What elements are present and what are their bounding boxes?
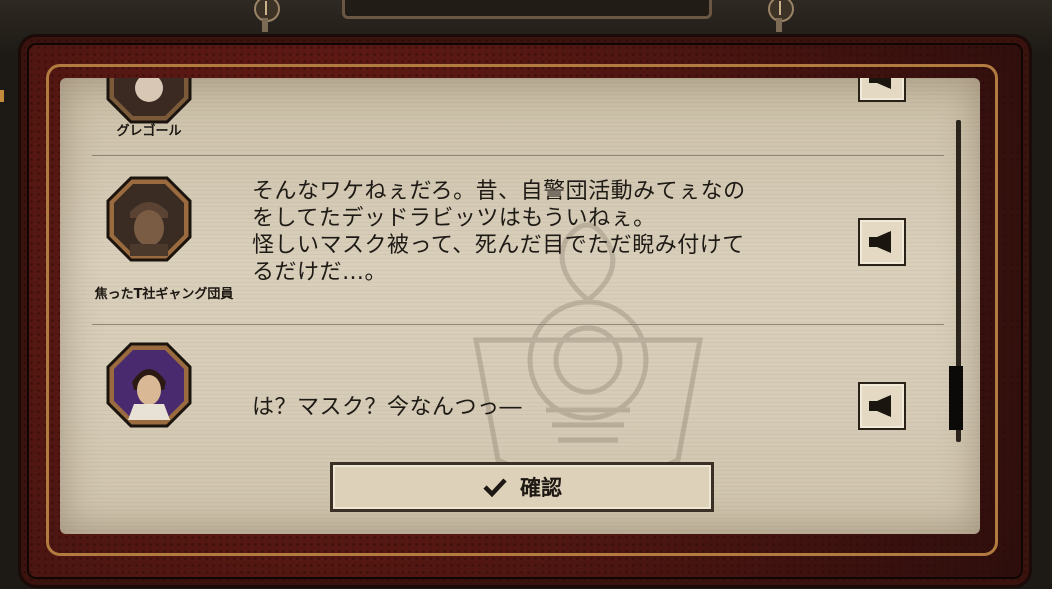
row-divider bbox=[92, 155, 944, 156]
avatar-character bbox=[106, 342, 192, 428]
confirm-button[interactable]: 確認 bbox=[330, 462, 714, 512]
speaker-icon bbox=[869, 78, 891, 89]
voice-play-button[interactable] bbox=[858, 382, 906, 430]
avatar-gregor bbox=[106, 78, 192, 124]
speaker-name: 焦ったT社ギャング団員 bbox=[94, 287, 234, 302]
voice-play-button[interactable] bbox=[858, 78, 906, 102]
row-divider bbox=[92, 324, 944, 325]
dialog-line-text: は？マスク？今なんつっ― bbox=[252, 395, 523, 420]
top-plate bbox=[342, 0, 712, 19]
log-panel[interactable]: グレゴール 焦ったT社ギャング団員 そんなワケねぇだろ。昔、自警団活動みてぇなの… bbox=[60, 78, 980, 534]
dialog-line-text: そんなワケねぇだろ。昔、自警団活動みてぇなの をしてたデッドラビッツはもういねぇ… bbox=[252, 179, 746, 285]
checkmark-icon bbox=[483, 478, 507, 497]
confirm-label: 確認 bbox=[520, 476, 562, 500]
voice-play-button[interactable] bbox=[858, 218, 906, 266]
avatar-t-corp-gang-member bbox=[106, 176, 192, 262]
speaker-icon bbox=[869, 395, 891, 417]
bolt-rod bbox=[776, 18, 782, 32]
speaker-name: グレゴール bbox=[116, 124, 182, 139]
side-marker bbox=[0, 90, 4, 102]
speaker-icon bbox=[869, 231, 891, 253]
scrollbar-thumb[interactable] bbox=[949, 366, 963, 430]
bolt-rod bbox=[262, 18, 268, 32]
